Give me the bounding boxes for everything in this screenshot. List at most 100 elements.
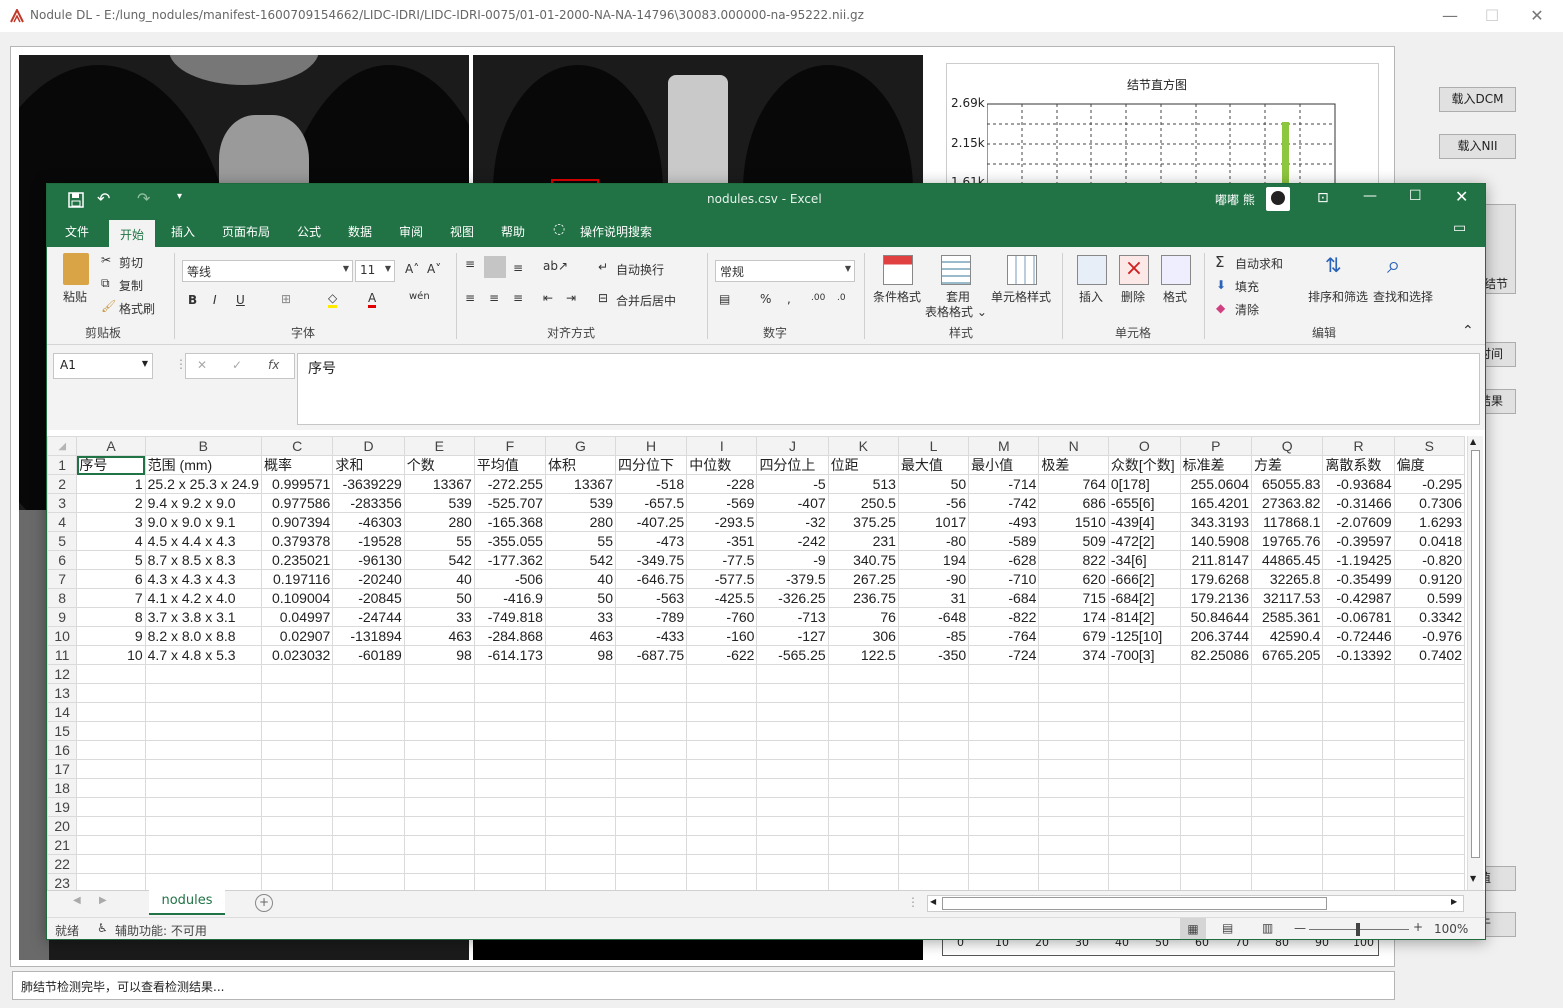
insert-cells-icon[interactable] (1077, 255, 1107, 285)
column-header[interactable]: N (1038, 436, 1109, 456)
cell[interactable] (1107, 816, 1181, 836)
tab-insert[interactable]: 插入 (171, 223, 195, 240)
cell[interactable] (260, 721, 334, 741)
cell[interactable]: 0.977586 (260, 493, 334, 513)
cell[interactable] (614, 683, 688, 703)
cell[interactable] (827, 740, 899, 760)
cell[interactable]: -0.93684 (1322, 474, 1395, 494)
cell[interactable] (968, 854, 1040, 874)
cell[interactable] (76, 683, 146, 703)
cell[interactable] (827, 797, 899, 817)
cell[interactable]: 1510 (1038, 512, 1109, 532)
cell[interactable]: -160 (686, 626, 758, 646)
cell[interactable]: 1 (76, 474, 146, 494)
cell[interactable] (1179, 759, 1253, 779)
tab-page-layout[interactable]: 页面布局 (222, 223, 270, 240)
column-header[interactable]: K (827, 436, 899, 456)
cell[interactable] (1038, 797, 1109, 817)
column-header[interactable]: L (897, 436, 970, 456)
cell[interactable] (1322, 683, 1395, 703)
scissors-icon[interactable]: ✂ (101, 253, 111, 267)
cell[interactable] (756, 721, 829, 741)
cell[interactable]: 6 (76, 569, 146, 589)
paste-icon[interactable] (63, 253, 89, 285)
cell[interactable] (897, 721, 970, 741)
cell[interactable] (1393, 854, 1465, 874)
cell[interactable] (1107, 835, 1181, 855)
cell[interactable]: 231 (827, 531, 899, 551)
align-top-icon[interactable]: ≡ (465, 257, 475, 271)
font-size-select[interactable]: 11 ▼ (355, 260, 395, 282)
cell[interactable] (614, 702, 688, 722)
cell[interactable]: 250.5 (827, 493, 899, 513)
cell[interactable]: -19528 (332, 531, 405, 551)
underline-icon[interactable]: U (236, 293, 245, 307)
cell[interactable] (1251, 759, 1324, 779)
cell[interactable]: 679 (1038, 626, 1109, 646)
cell[interactable]: 179.2136 (1179, 588, 1253, 608)
cell[interactable] (1038, 778, 1109, 798)
cell[interactable]: -0.820 (1393, 550, 1465, 570)
cell[interactable]: 50 (403, 588, 475, 608)
cell[interactable]: -822 (968, 607, 1040, 627)
cell[interactable] (897, 740, 970, 760)
cell[interactable]: -379.5 (756, 569, 829, 589)
cell[interactable]: -563 (614, 588, 688, 608)
column-header[interactable]: O (1107, 436, 1181, 456)
cell[interactable] (897, 759, 970, 779)
cell[interactable]: 98 (544, 645, 616, 665)
cell[interactable]: -351 (686, 531, 758, 551)
cell[interactable] (473, 873, 546, 890)
insert-cells-button[interactable]: 插入 (1079, 288, 1103, 305)
cell[interactable]: 44865.45 (1251, 550, 1324, 570)
cell[interactable]: 50.84644 (1179, 607, 1253, 627)
cell[interactable]: -710 (968, 569, 1040, 589)
cell[interactable] (473, 721, 546, 741)
cell[interactable]: 0.0418 (1393, 531, 1465, 551)
cell[interactable]: 概率 (260, 455, 334, 475)
app-close-button[interactable]: ✕ (1515, 4, 1559, 28)
cell[interactable] (1107, 740, 1181, 760)
horizontal-scrollbar[interactable]: ◀ ▶ (927, 895, 1464, 912)
cell[interactable]: 1017 (897, 512, 970, 532)
copy-button[interactable]: 复制 (119, 277, 143, 294)
italic-icon[interactable]: I (213, 293, 217, 307)
cell[interactable] (144, 816, 262, 836)
cell[interactable] (1251, 873, 1324, 890)
cell[interactable]: -628 (968, 550, 1040, 570)
row-header[interactable]: 2 (47, 474, 78, 494)
cell[interactable] (1179, 683, 1253, 703)
zoom-slider-thumb[interactable] (1356, 923, 1360, 936)
cell[interactable]: 50 (544, 588, 616, 608)
cell[interactable] (1251, 664, 1324, 684)
sort-filter-icon[interactable]: ⇅ (1325, 253, 1342, 277)
cell[interactable] (76, 873, 146, 890)
cell[interactable] (686, 778, 758, 798)
cell[interactable]: 4 (76, 531, 146, 551)
cell[interactable]: -742 (968, 493, 1040, 513)
cell[interactable]: 3.7 x 3.8 x 3.1 (144, 607, 262, 627)
page-layout-view-icon[interactable]: ▤ (1222, 921, 1233, 935)
cell[interactable] (332, 702, 405, 722)
cell[interactable]: -242 (756, 531, 829, 551)
cell[interactable] (260, 664, 334, 684)
cell[interactable] (76, 835, 146, 855)
cell[interactable] (1107, 664, 1181, 684)
cell[interactable]: 0.109004 (260, 588, 334, 608)
cell[interactable]: -713 (756, 607, 829, 627)
cell[interactable] (1038, 816, 1109, 836)
cut-button[interactable]: 剪切 (119, 254, 143, 271)
cell[interactable] (403, 854, 475, 874)
cell[interactable]: -666[2] (1107, 569, 1181, 589)
cell[interactable] (897, 816, 970, 836)
column-header[interactable]: G (544, 436, 616, 456)
cell[interactable]: 0.9120 (1393, 569, 1465, 589)
scroll-left-icon[interactable]: ◀ (930, 897, 936, 906)
cell[interactable]: -228 (686, 474, 758, 494)
cell[interactable] (1107, 797, 1181, 817)
cell[interactable] (686, 816, 758, 836)
cell[interactable]: 中位数 (686, 455, 758, 475)
cell[interactable]: -24744 (332, 607, 405, 627)
cell[interactable] (260, 740, 334, 760)
cell[interactable] (756, 664, 829, 684)
